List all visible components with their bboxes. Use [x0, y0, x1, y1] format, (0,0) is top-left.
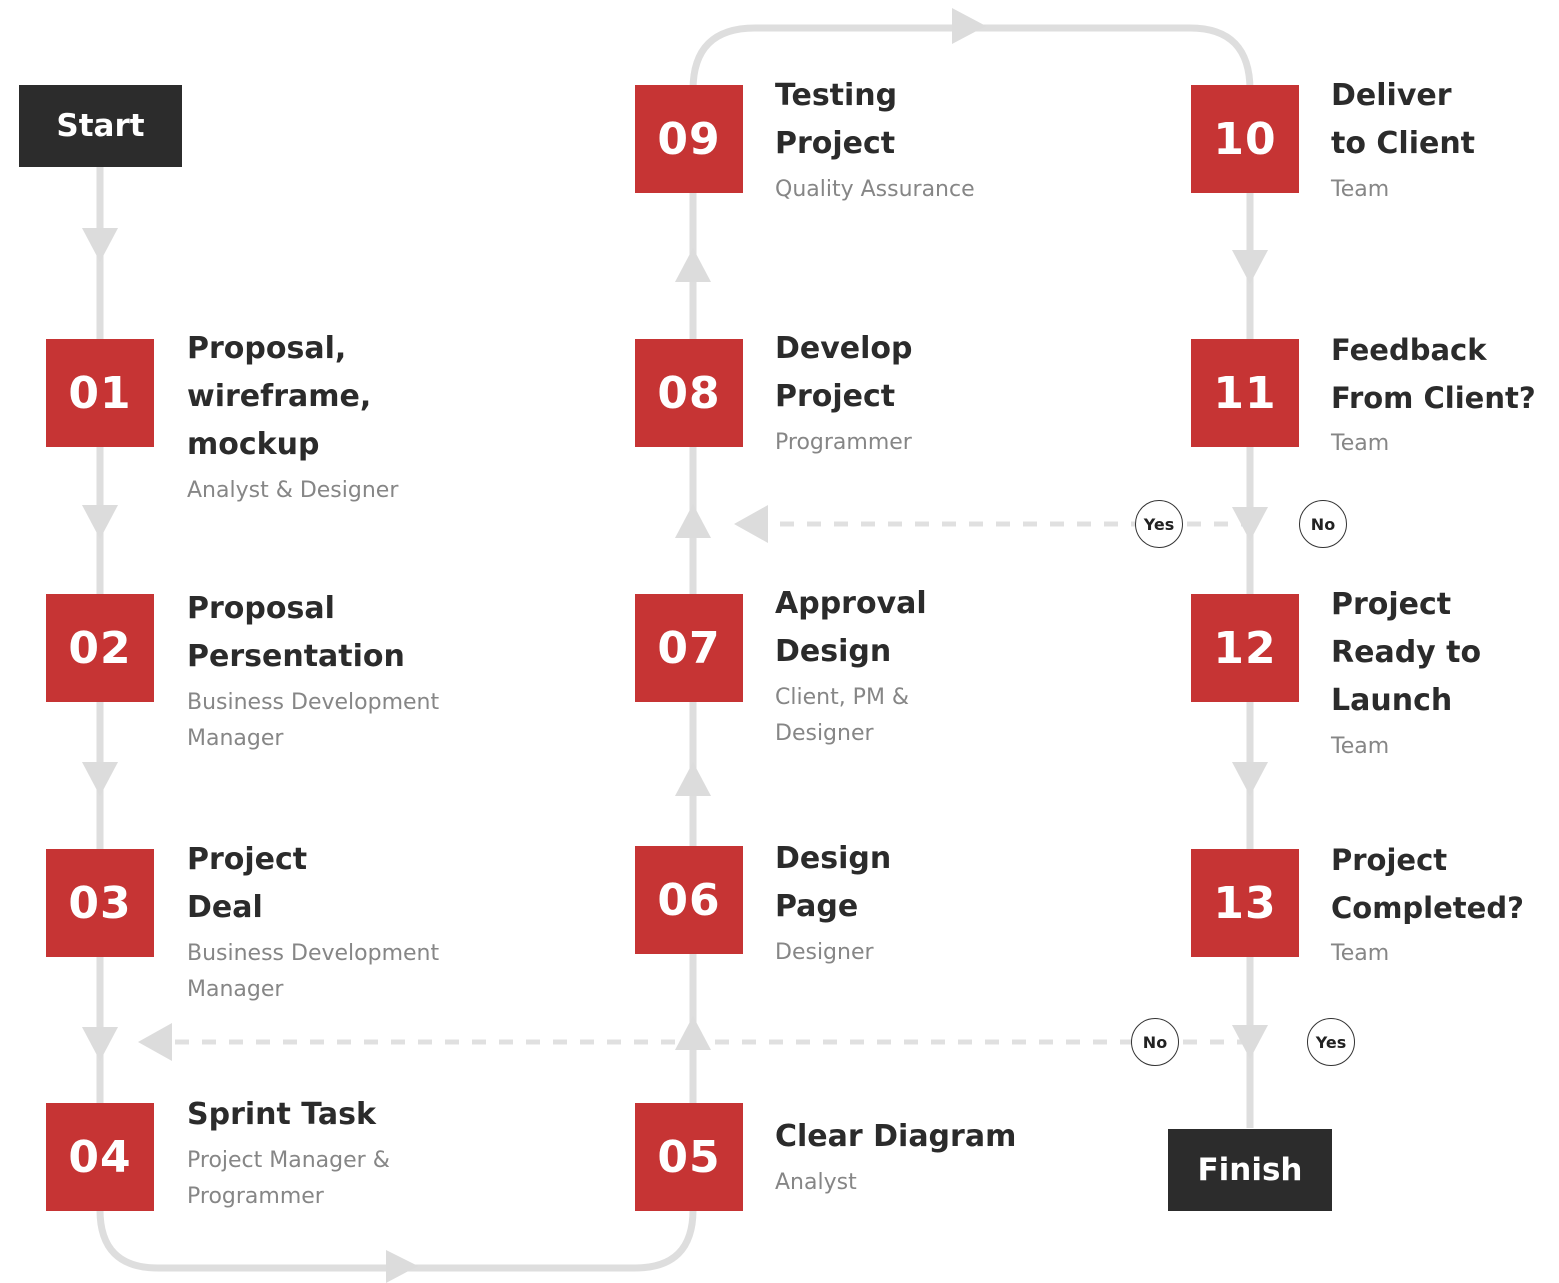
- step-role: Team: [1331, 431, 1390, 456]
- step-title: Project Ready to Launch: [1331, 587, 1482, 718]
- step-number-01: 01: [46, 339, 154, 447]
- step-label-09: Testing Project Quality Assurance: [775, 72, 975, 208]
- step-role: Project Manager & Programmer: [187, 1148, 390, 1209]
- step-role: Designer: [775, 940, 874, 965]
- arrow-left-icon: [138, 1023, 172, 1061]
- arrow-down-icon: [1232, 507, 1268, 541]
- arrow-left-icon: [734, 505, 768, 543]
- step-number-08: 08: [635, 339, 743, 447]
- step-number-13: 13: [1191, 849, 1299, 957]
- step-number-07: 07: [635, 594, 743, 702]
- step-role: Team: [1331, 941, 1390, 966]
- step-label-04: Sprint Task Project Manager & Programmer: [187, 1091, 390, 1215]
- feedback-yes-badge: Yes: [1135, 500, 1183, 548]
- step-title: Clear Diagram: [775, 1119, 1017, 1154]
- arrow-up-icon: [675, 762, 711, 796]
- step-label-06: Design Page Designer: [775, 835, 891, 971]
- step-label-02: Proposal Persentation Business Developme…: [187, 585, 439, 757]
- arrow-down-icon: [82, 1027, 118, 1061]
- arrow-down-icon: [1232, 250, 1268, 284]
- arrow-up-icon: [675, 248, 711, 282]
- step-title: Proposal, wireframe, mockup: [187, 331, 372, 462]
- step-label-07: Approval Design Client, PM & Designer: [775, 580, 927, 752]
- step-number-03: 03: [46, 849, 154, 957]
- step-label-08: Develop Project Programmer: [775, 325, 913, 461]
- step-title: Deliver to Client: [1331, 78, 1476, 161]
- step-number-06: 06: [635, 846, 743, 954]
- start-terminal: Start: [19, 85, 182, 167]
- arrow-down-icon: [82, 762, 118, 796]
- arrow-up-icon: [675, 504, 711, 538]
- step-title: Sprint Task: [187, 1097, 376, 1132]
- step-label-13: Project Completed? Team: [1331, 836, 1524, 972]
- completed-no-badge: No: [1131, 1018, 1179, 1066]
- step-number-11: 11: [1191, 339, 1299, 447]
- arrow-down-icon: [82, 228, 118, 262]
- step-number-09: 09: [635, 85, 743, 193]
- step-number-04: 04: [46, 1103, 154, 1211]
- step-role: Business Development Manager: [187, 690, 440, 751]
- arrow-right-icon: [952, 8, 986, 44]
- step-number-02: 02: [46, 594, 154, 702]
- step-title: Proposal Persentation: [187, 591, 405, 674]
- arrow-down-icon: [82, 505, 118, 539]
- step-title: Feedback From Client?: [1331, 333, 1536, 415]
- step-label-05: Clear Diagram Analyst: [775, 1113, 1016, 1201]
- step-title: Project Completed?: [1331, 843, 1524, 925]
- step-role: Client, PM & Designer: [775, 685, 910, 746]
- step-label-11: Feedback From Client? Team: [1331, 326, 1536, 462]
- step-title: Approval Design: [775, 586, 927, 669]
- step-title: Design Page: [775, 841, 892, 924]
- step-title: Testing Project: [775, 78, 898, 161]
- step-role: Quality Assurance: [775, 177, 975, 202]
- step-title: Project Deal: [187, 842, 308, 925]
- step-label-03: Project Deal Business Development Manage…: [187, 836, 439, 1008]
- feedback-no-badge: No: [1299, 500, 1347, 548]
- completed-yes-badge: Yes: [1307, 1018, 1355, 1066]
- step-title: Develop Project: [775, 331, 913, 414]
- step-role: Analyst: [775, 1170, 857, 1195]
- step-number-12: 12: [1191, 594, 1299, 702]
- step-role: Analyst & Designer: [187, 478, 399, 503]
- step-number-05: 05: [635, 1103, 743, 1211]
- step-role: Business Development Manager: [187, 941, 440, 1002]
- step-role: Team: [1331, 177, 1390, 202]
- arrow-up-icon: [675, 1016, 711, 1050]
- step-number-10: 10: [1191, 85, 1299, 193]
- step-role: Programmer: [775, 430, 912, 455]
- step-label-10: Deliver to Client Team: [1331, 72, 1475, 208]
- finish-terminal: Finish: [1168, 1129, 1332, 1211]
- step-label-12: Project Ready to Launch Team: [1331, 581, 1481, 765]
- arrow-right-icon: [386, 1250, 418, 1283]
- step-role: Team: [1331, 734, 1390, 759]
- arrow-down-icon: [1232, 762, 1268, 796]
- step-label-01: Proposal, wireframe, mockup Analyst & De…: [187, 325, 398, 509]
